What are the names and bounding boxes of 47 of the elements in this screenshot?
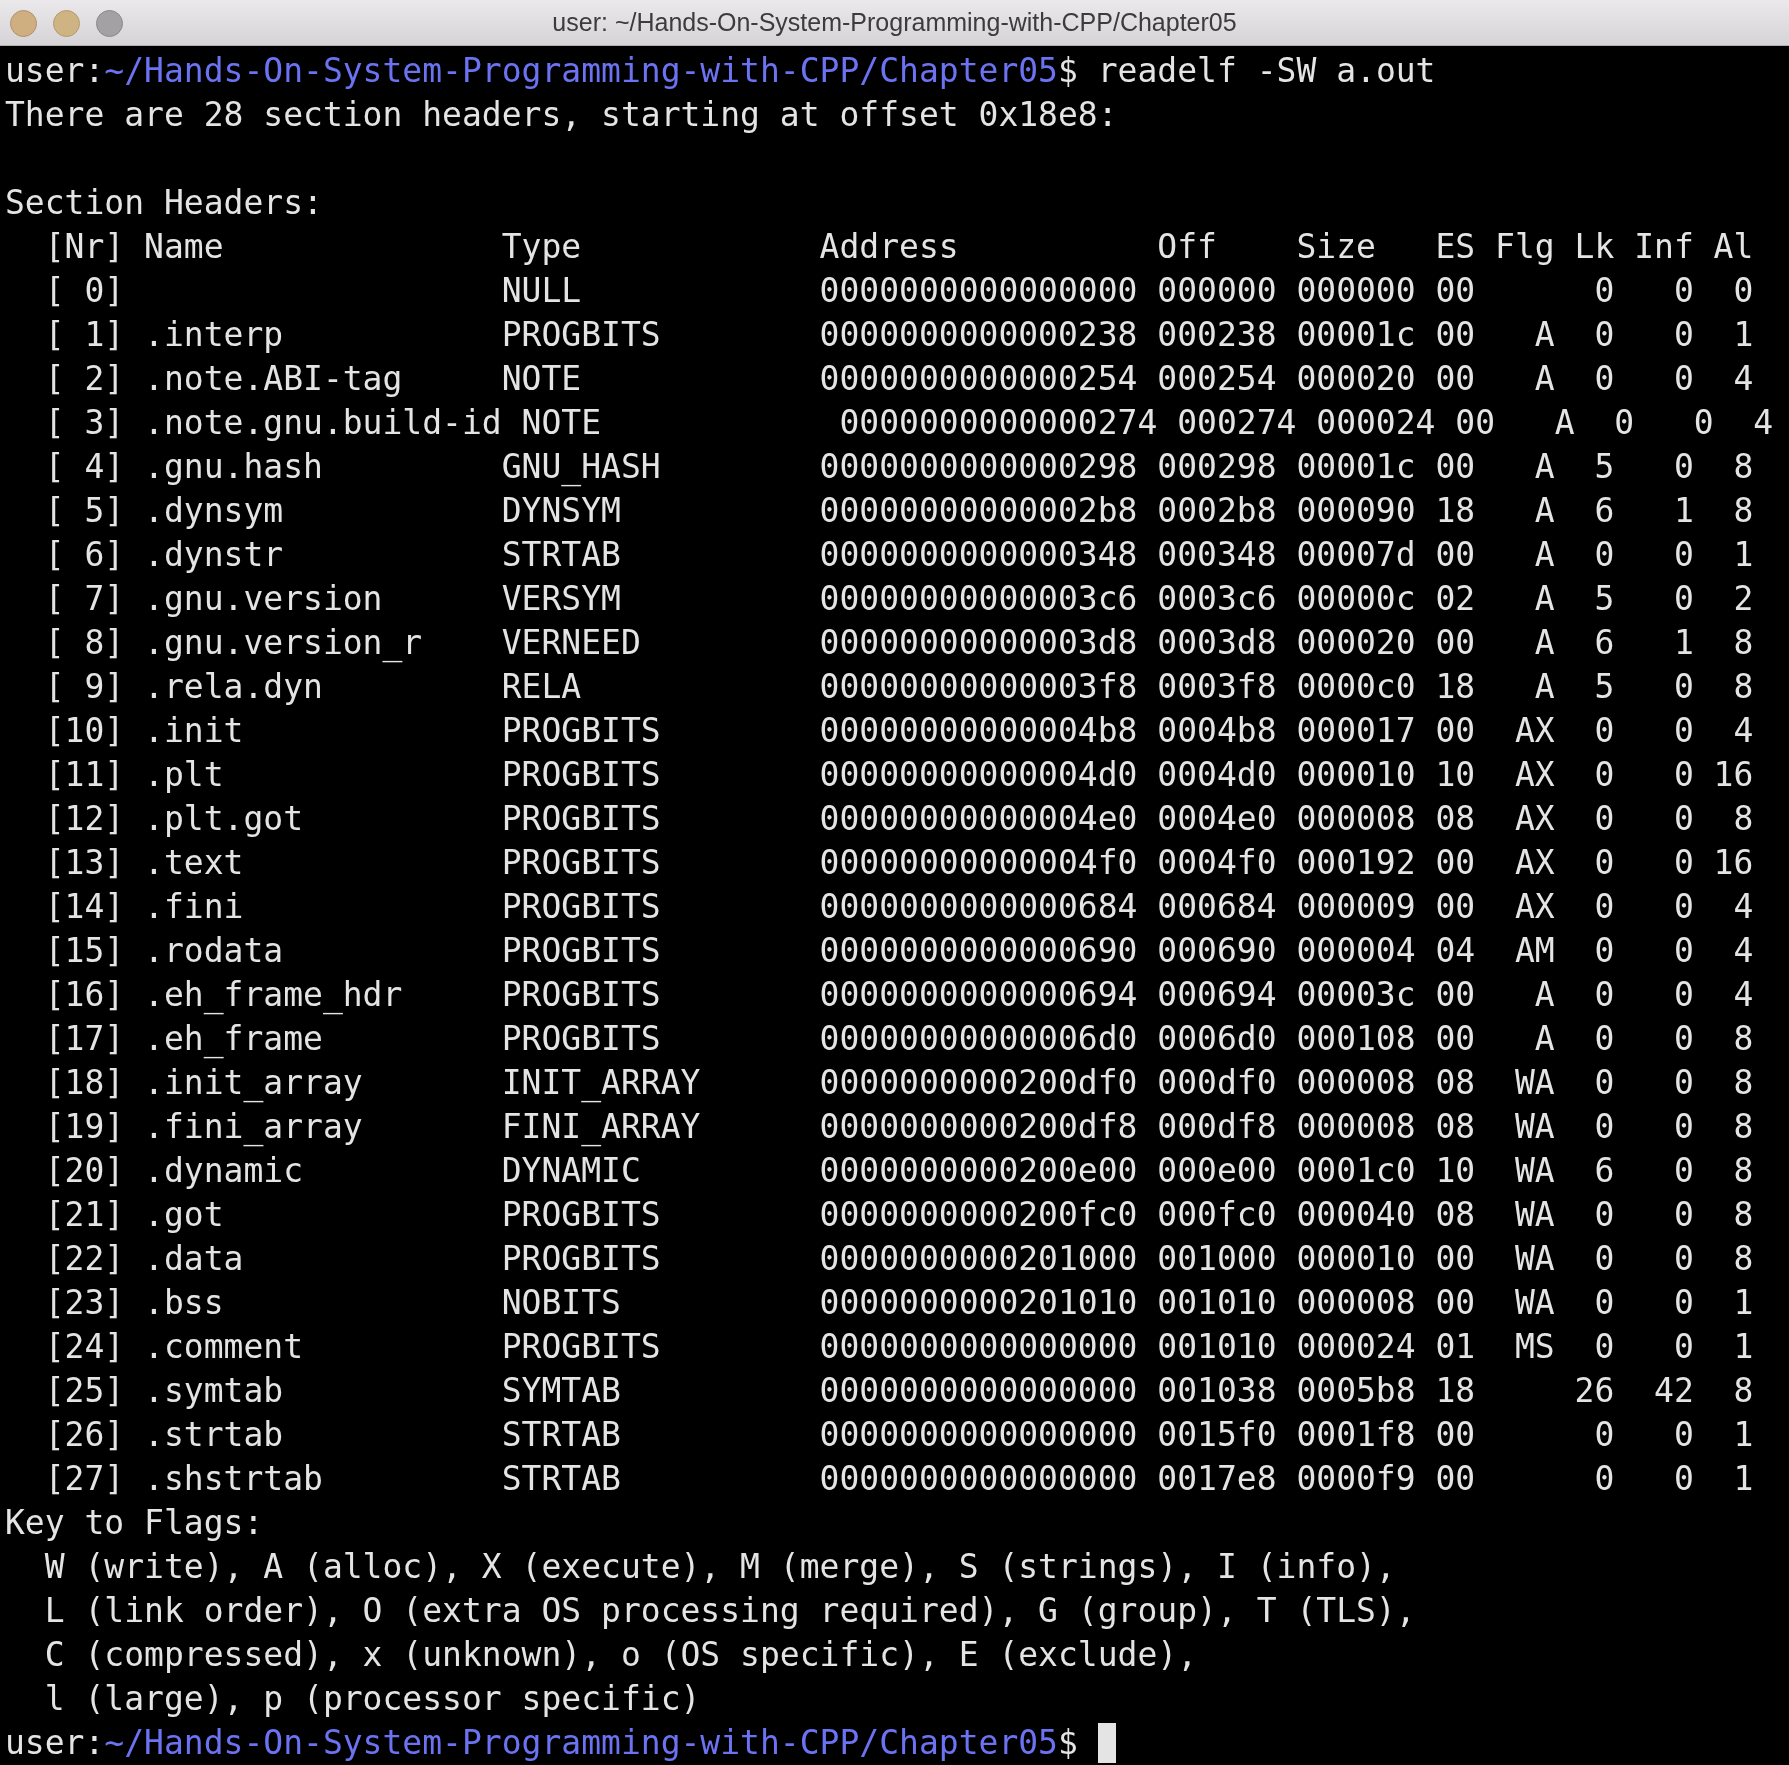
prompt-user: user: xyxy=(5,50,105,92)
output-line: l (large), p (processor specific) xyxy=(44,1678,701,1720)
table-row-line: [ 9] .rela.dyn RELA 00000000000003f8 0003f8 0000c0 18 A 5 0 8 xyxy=(44,666,1754,708)
prompt-path: ~/Hands-On-System-Programming-with-CPP/Chapter05 xyxy=(104,50,1058,92)
table-row-line: [14] .fini PROGBITS 0000000000000684 000684 000009 00 AX 0 0 4 xyxy=(44,886,1754,928)
table-row-line: [ 8] .gnu.version_r VERNEED 00000000000003d8 0003d8 000020 00 A 6 1 8 xyxy=(44,622,1754,665)
output-line: Section Headers: xyxy=(5,182,323,224)
window-title: user: ~/Hands-On-System-Programming-with-CPP/Chapter05 xyxy=(552,8,1237,37)
table-row-line: [11] .plt PROGBITS 00000000000004d0 0004d0 000010 10 AX 0 0 16 xyxy=(44,754,1754,796)
prompt-symbol: $ xyxy=(1058,1722,1078,1764)
table-row-line: [ 4] .gnu.hash GNU_HASH 0000000000000298 000298 00001c 00 A 5 0 8 xyxy=(44,446,1754,489)
table-row-line: [26] .strtab STRTAB 0000000000000000 0015f0 0001f8 00 0 0 1 xyxy=(44,1414,1754,1456)
table-row-line: [25] .symtab SYMTAB 0000000000000000 001038 0005b8 18 26 42 8 xyxy=(44,1370,1754,1412)
table-row-line: [ 3] .note.gnu.build-id NOTE 0000000000000274 000274 000024 00 A 0 0 4 xyxy=(44,402,1774,444)
table-row-line: [16] .eh_frame_hdr PROGBITS 0000000000000694 000694 00003c 00 A 0 0 4 xyxy=(44,974,1754,1017)
table-row-line: [ 7] .gnu.version VERSYM 00000000000003c6 0003c6 00000c 02 A 5 0 2 xyxy=(44,578,1754,620)
table-row-line: [23] .bss NOBITS 0000000000201010 001010 000008 00 WA 0 0 1 xyxy=(44,1282,1754,1324)
table-row-line: [10] .init PROGBITS 00000000000004b8 0004b8 000017 00 AX 0 0 4 xyxy=(44,710,1754,752)
table-row-line: [ 5] .dynsym DYNSYM 00000000000002b8 0002b8 000090 18 A 6 1 8 xyxy=(44,490,1754,532)
table-row-line: [17] .eh_frame PROGBITS 00000000000006d0 0006d0 000108 00 A 0 0 8 xyxy=(44,1018,1754,1061)
table-row-line: [22] .data PROGBITS 0000000000201000 001000 000010 00 WA 0 0 8 xyxy=(44,1238,1754,1280)
table-row-line: [15] .rodata PROGBITS 0000000000000690 000690 000004 04 AM 0 0 4 xyxy=(44,930,1754,972)
table-row-line: [ 0] NULL 0000000000000000 000000 000000 00 0 0 0 xyxy=(44,270,1754,312)
table-row-line: [27] .shstrtab STRTAB 0000000000000000 0017e8 0000f9 00 0 0 1 xyxy=(44,1458,1754,1500)
table-row-line: [21] .got PROGBITS 0000000000200fc0 000fc0 000040 08 WA 0 0 8 xyxy=(44,1194,1754,1236)
close-icon[interactable] xyxy=(10,10,37,37)
output-line: L (link order), O (extra OS processing required), G (group), T (TLS), xyxy=(44,1590,1416,1632)
table-row-line: [ 2] .note.ABI-tag NOTE 0000000000000254 000254 000020 00 A 0 0 4 xyxy=(44,358,1754,400)
table-row-line: [24] .comment PROGBITS 0000000000000000 001010 000024 01 MS 0 0 1 xyxy=(44,1326,1754,1368)
table-header-line: [Nr] Name Type Address Off Size ES Flg Lk Inf Al xyxy=(44,226,1754,268)
output-line: C (compressed), x (unknown), o (OS specific), E (exclude), xyxy=(44,1634,1198,1676)
output-line: Key to Flags: xyxy=(5,1502,264,1544)
table-row-line: [18] .init_array INIT_ARRAY 0000000000200df0 000df0 000008 08 WA 0 0 8 xyxy=(44,1062,1754,1105)
table-row-line: [13] .text PROGBITS 00000000000004f0 0004f0 000192 00 AX 0 0 16 xyxy=(44,842,1754,884)
prompt-user: user: xyxy=(5,1722,105,1764)
command-text: readelf -SW a.out xyxy=(1097,50,1436,92)
table-row-line: [ 1] .interp PROGBITS 0000000000000238 000238 00001c 00 A 0 0 1 xyxy=(44,314,1754,356)
table-row-line: [20] .dynamic DYNAMIC 0000000000200e00 000e00 0001c0 10 WA 6 0 8 xyxy=(44,1150,1754,1192)
minimize-icon[interactable] xyxy=(53,10,80,37)
output-line: W (write), A (alloc), X (execute), M (merge), S (strings), I (info), xyxy=(44,1546,1396,1588)
prompt-path: ~/Hands-On-System-Programming-with-CPP/Chapter05 xyxy=(104,1722,1058,1764)
table-row-line: [12] .plt.got PROGBITS 00000000000004e0 0004e0 000008 08 AX 0 0 8 xyxy=(44,798,1754,840)
table-row-line: [ 6] .dynstr STRTAB 0000000000000348 000348 00007d 00 A 0 0 1 xyxy=(44,534,1754,576)
zoom-icon[interactable] xyxy=(96,10,123,37)
output-line: There are 28 section headers, starting at offset 0x18e8: xyxy=(5,94,1118,136)
prompt-symbol: $ xyxy=(1058,50,1078,92)
table-row-line: [19] .fini_array FINI_ARRAY 0000000000200df8 000df8 000008 08 WA 0 0 8 xyxy=(44,1106,1754,1149)
